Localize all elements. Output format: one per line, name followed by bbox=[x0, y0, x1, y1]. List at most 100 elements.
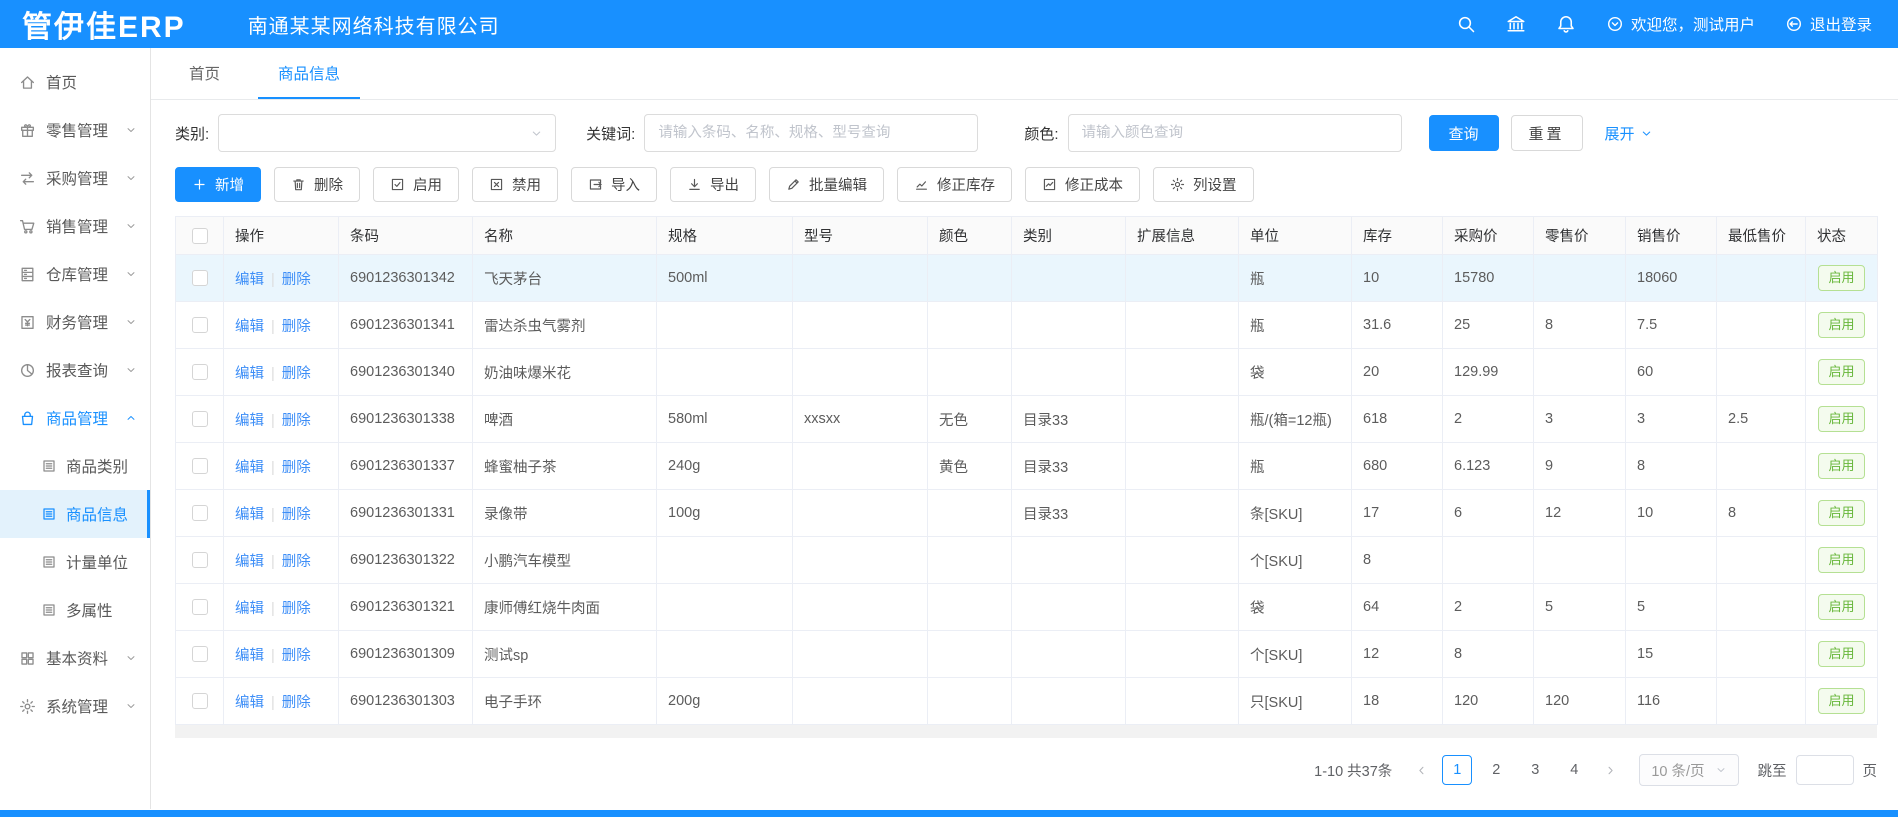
table-body: 编辑|删除6901236301342飞天茅台500ml瓶101578018060… bbox=[176, 255, 1878, 725]
edit-link[interactable]: 编辑 bbox=[235, 319, 264, 335]
edit-link[interactable]: 编辑 bbox=[235, 366, 264, 382]
page-button-1[interactable]: 1 bbox=[1442, 755, 1472, 785]
sidebar-item-goods-info[interactable]: 商品信息 bbox=[0, 490, 150, 538]
sidebar-item-warehouse-mgmt[interactable]: 仓库管理 bbox=[0, 250, 150, 298]
bell-icon[interactable] bbox=[1556, 14, 1576, 34]
welcome-user[interactable]: 欢迎您，测试用户 bbox=[1606, 13, 1755, 35]
sidebar-item-finance-mgmt[interactable]: 财务管理 bbox=[0, 298, 150, 346]
column-header-12[interactable]: 销售价 bbox=[1626, 217, 1717, 255]
add-button[interactable]: 新增 bbox=[175, 167, 261, 202]
sidebar-item-label: 财务管理 bbox=[46, 311, 125, 333]
sidebar-item-measure-unit[interactable]: 计量单位 bbox=[0, 538, 150, 586]
delete-link[interactable]: 删除 bbox=[282, 695, 311, 711]
expand-link[interactable]: 展开 bbox=[1605, 123, 1653, 144]
cell-ext bbox=[1126, 443, 1239, 490]
table-scrollbar-track[interactable] bbox=[175, 725, 1877, 738]
column-header-7[interactable]: 扩展信息 bbox=[1126, 217, 1239, 255]
reset-button[interactable]: 重置 bbox=[1511, 115, 1583, 151]
sidebar-item-basic-data[interactable]: 基本资料 bbox=[0, 634, 150, 682]
delete-link[interactable]: 删除 bbox=[282, 366, 311, 382]
tab-goods-info[interactable]: 商品信息 bbox=[274, 62, 344, 99]
sidebar-item-retail-mgmt[interactable]: 零售管理 bbox=[0, 106, 150, 154]
column-header-4[interactable]: 型号 bbox=[793, 217, 928, 255]
export-button[interactable]: 导出 bbox=[670, 167, 756, 202]
row-checkbox[interactable] bbox=[192, 458, 208, 474]
select-all-checkbox[interactable] bbox=[192, 228, 208, 244]
search-icon[interactable] bbox=[1456, 14, 1476, 34]
column-header-8[interactable]: 单位 bbox=[1239, 217, 1352, 255]
row-checkbox[interactable] bbox=[192, 317, 208, 333]
page-button-2[interactable]: 2 bbox=[1481, 755, 1511, 785]
edit-link[interactable]: 编辑 bbox=[235, 507, 264, 523]
sidebar-item-label: 零售管理 bbox=[46, 119, 125, 141]
delete-link[interactable]: 删除 bbox=[282, 554, 311, 570]
sidebar-item-goods-category[interactable]: 商品类别 bbox=[0, 442, 150, 490]
column-header-10[interactable]: 采购价 bbox=[1443, 217, 1534, 255]
column-header-6[interactable]: 类别 bbox=[1012, 217, 1126, 255]
page-size-select[interactable]: 10 条/页 bbox=[1639, 754, 1738, 786]
column-settings-button[interactable]: 列设置 bbox=[1153, 167, 1254, 202]
logout-button[interactable]: 退出登录 bbox=[1785, 13, 1872, 35]
prev-page-button[interactable] bbox=[1409, 758, 1433, 782]
search-button[interactable]: 查询 bbox=[1429, 115, 1499, 151]
edit-link[interactable]: 编辑 bbox=[235, 695, 264, 711]
color-input[interactable] bbox=[1068, 114, 1402, 152]
column-header-9[interactable]: 库存 bbox=[1352, 217, 1443, 255]
sidebar-item-report-query[interactable]: 报表查询 bbox=[0, 346, 150, 394]
row-checkbox[interactable] bbox=[192, 646, 208, 662]
row-checkbox[interactable] bbox=[192, 693, 208, 709]
import-button[interactable]: 导入 bbox=[571, 167, 657, 202]
row-checkbox[interactable] bbox=[192, 364, 208, 380]
delete-link[interactable]: 删除 bbox=[282, 507, 311, 523]
delete-link[interactable]: 删除 bbox=[282, 601, 311, 617]
edit-link[interactable]: 编辑 bbox=[235, 413, 264, 429]
page-button-4[interactable]: 4 bbox=[1559, 755, 1589, 785]
delete-link[interactable]: 删除 bbox=[282, 460, 311, 476]
enable-button[interactable]: 启用 bbox=[373, 167, 459, 202]
column-header-2[interactable]: 名称 bbox=[473, 217, 657, 255]
row-checkbox[interactable] bbox=[192, 552, 208, 568]
tab-home[interactable]: 首页 bbox=[185, 62, 224, 99]
bank-icon[interactable] bbox=[1506, 14, 1526, 34]
delete-link[interactable]: 删除 bbox=[282, 319, 311, 335]
batch-edit-button[interactable]: 批量编辑 bbox=[769, 167, 884, 202]
column-header-0[interactable]: 操作 bbox=[224, 217, 339, 255]
edit-link[interactable]: 编辑 bbox=[235, 648, 264, 664]
fix-cost-button[interactable]: 修正成本 bbox=[1025, 167, 1140, 202]
jump-page-input[interactable] bbox=[1796, 755, 1854, 785]
next-page-button[interactable] bbox=[1598, 758, 1622, 782]
column-header-14[interactable]: 状态 bbox=[1806, 217, 1878, 255]
edit-link[interactable]: 编辑 bbox=[235, 554, 264, 570]
delete-button[interactable]: 删除 bbox=[274, 167, 360, 202]
edit-link[interactable]: 编辑 bbox=[235, 460, 264, 476]
column-header-11[interactable]: 零售价 bbox=[1534, 217, 1626, 255]
sidebar-item-goods-mgmt[interactable]: 商品管理 bbox=[0, 394, 150, 442]
batch-edit-button-label: 批量编辑 bbox=[809, 174, 867, 195]
sidebar-item-sales-mgmt[interactable]: 销售管理 bbox=[0, 202, 150, 250]
delete-link[interactable]: 删除 bbox=[282, 272, 311, 288]
row-checkbox[interactable] bbox=[192, 411, 208, 427]
cell-stock: 20 bbox=[1352, 349, 1443, 396]
sidebar-item-home[interactable]: 首页 bbox=[0, 58, 150, 106]
sidebar-item-multi-attr[interactable]: 多属性 bbox=[0, 586, 150, 634]
column-header-1[interactable]: 条码 bbox=[339, 217, 473, 255]
sidebar-item-system-mgmt[interactable]: 系统管理 bbox=[0, 682, 150, 730]
column-header-13[interactable]: 最低售价 bbox=[1717, 217, 1806, 255]
column-header-5[interactable]: 颜色 bbox=[928, 217, 1012, 255]
delete-link[interactable]: 删除 bbox=[282, 648, 311, 664]
cell-status: 启用 bbox=[1806, 349, 1878, 396]
row-checkbox[interactable] bbox=[192, 505, 208, 521]
edit-link[interactable]: 编辑 bbox=[235, 272, 264, 288]
column-header-3[interactable]: 规格 bbox=[657, 217, 793, 255]
edit-link[interactable]: 编辑 bbox=[235, 601, 264, 617]
cell-retail_price: 120 bbox=[1534, 678, 1626, 725]
delete-link[interactable]: 删除 bbox=[282, 413, 311, 429]
row-checkbox[interactable] bbox=[192, 599, 208, 615]
disable-button[interactable]: 禁用 bbox=[472, 167, 558, 202]
sidebar-item-purchase-mgmt[interactable]: 采购管理 bbox=[0, 154, 150, 202]
row-checkbox[interactable] bbox=[192, 270, 208, 286]
category-select[interactable] bbox=[218, 114, 556, 152]
fix-stock-button[interactable]: 修正库存 bbox=[897, 167, 1012, 202]
page-button-3[interactable]: 3 bbox=[1520, 755, 1550, 785]
keyword-input[interactable] bbox=[644, 114, 978, 152]
